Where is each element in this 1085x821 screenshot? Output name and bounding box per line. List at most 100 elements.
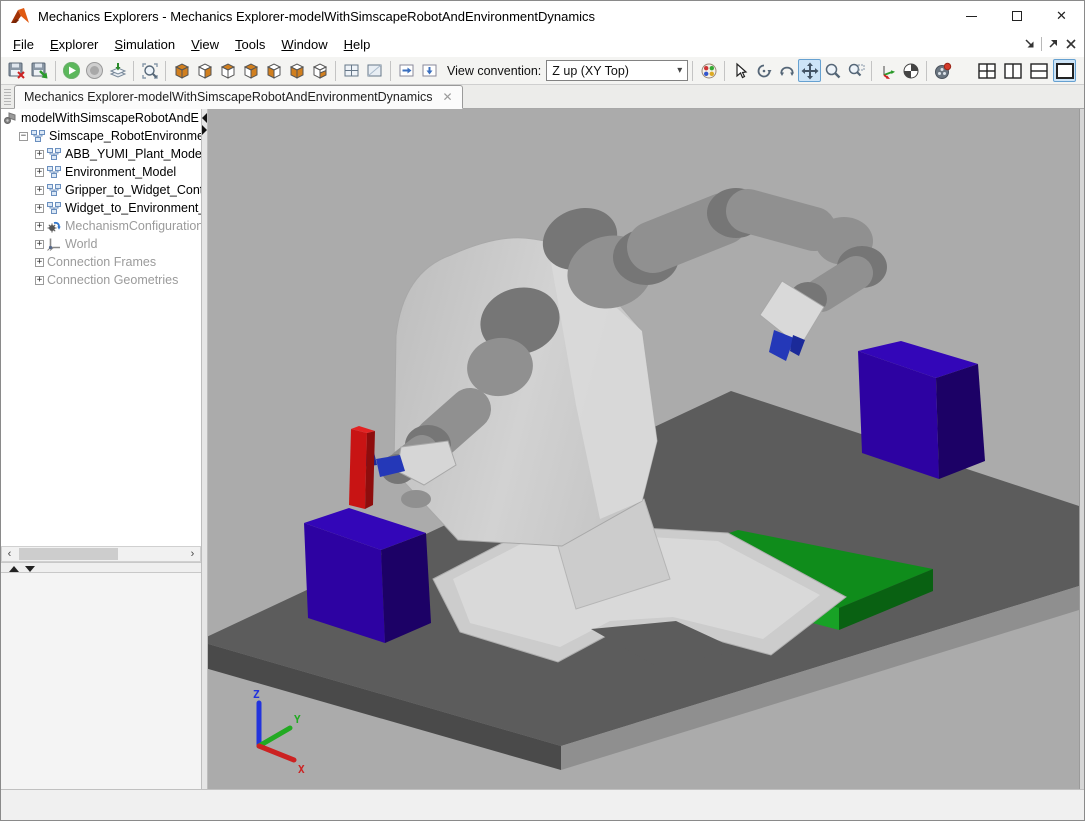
right-wrist-link — [821, 273, 856, 295]
tab-label: Mechanics Explorer-modelWithSimscapeRobo… — [24, 90, 433, 104]
menu-simulation[interactable]: Simulation — [106, 34, 183, 55]
splitter-down-icon[interactable] — [25, 566, 35, 572]
tab-close-icon[interactable]: ✕ — [443, 90, 453, 104]
triad-z-label: Z — [253, 688, 260, 701]
triad-y-label: Y — [294, 713, 301, 726]
tree-item[interactable]: +Environment_Model — [1, 163, 201, 181]
export-animation-button[interactable] — [106, 59, 129, 82]
expand-icon[interactable]: + — [35, 222, 44, 231]
scroll-left-icon[interactable]: ‹ — [2, 547, 17, 561]
view-convention-select[interactable]: Z up (XY Top) ▾ — [546, 60, 688, 81]
splitter-up-icon[interactable] — [9, 566, 19, 572]
expand-icon[interactable]: + — [35, 258, 44, 267]
undock-icon[interactable] — [1046, 37, 1060, 51]
view-convention-value: Z up (XY Top) — [552, 64, 629, 78]
expand-icon[interactable]: + — [35, 204, 44, 213]
view-back-button[interactable] — [216, 59, 239, 82]
pan-tool-button[interactable] — [798, 59, 821, 82]
menu-tools[interactable]: Tools — [227, 34, 273, 55]
close-panel-icon[interactable] — [1064, 37, 1078, 51]
roll-tool-button[interactable] — [775, 59, 798, 82]
maximize-button[interactable] — [994, 1, 1039, 31]
subsystem-icon — [31, 129, 46, 143]
close-icon: ✕ — [1056, 8, 1067, 24]
model-tree: modelWithSimscapeRobotAndE − Simscape_Robo… — [1, 109, 201, 546]
scrollbar-track[interactable] — [17, 547, 185, 561]
tree-item[interactable]: +Gripper_to_Widget_Conta — [1, 181, 201, 199]
layout-single-button[interactable] — [1053, 59, 1076, 82]
tree-item[interactable]: − Simscape_RobotEnvironment — [1, 127, 201, 145]
menu-window[interactable]: Window — [273, 34, 335, 55]
fit-to-view-button[interactable] — [138, 59, 161, 82]
global-sphere-button[interactable] — [899, 59, 922, 82]
pane-arrow-down-button[interactable] — [418, 59, 441, 82]
layout-four-button[interactable] — [975, 59, 998, 82]
view-left-button[interactable] — [285, 59, 308, 82]
expand-icon[interactable]: + — [35, 240, 44, 249]
scene-color-button[interactable] — [697, 59, 720, 82]
frame-display-button[interactable] — [876, 59, 899, 82]
expand-icon[interactable]: + — [35, 186, 44, 195]
scrollbar-thumb[interactable] — [19, 548, 118, 560]
tree-item[interactable]: +World — [1, 235, 201, 253]
viewports-four-button[interactable] — [340, 59, 363, 82]
record-video-button[interactable] — [931, 59, 954, 82]
tree-item-label: Simscape_RobotEnvironment — [49, 129, 201, 143]
minimize-button[interactable] — [949, 1, 994, 31]
vertical-splitter[interactable] — [201, 109, 208, 789]
save-export-button[interactable] — [28, 59, 51, 82]
3d-viewport[interactable]: Z Y X — [208, 109, 1079, 789]
toolbar-separator — [390, 61, 391, 81]
toolbar-separator — [871, 61, 872, 81]
splitter-right-icon[interactable] — [202, 125, 207, 135]
tree-item[interactable]: + MechanismConfiguration — [1, 217, 201, 235]
view-bottom-button[interactable] — [262, 59, 285, 82]
tab-grip-handle[interactable] — [4, 89, 11, 105]
menu-view[interactable]: View — [183, 34, 227, 55]
layout-two-rows-button[interactable] — [1027, 59, 1050, 82]
triad-x-label: X — [298, 763, 305, 776]
chevron-down-icon: ▾ — [677, 65, 682, 76]
splitter-left-icon[interactable] — [202, 113, 207, 123]
expand-icon[interactable]: + — [35, 276, 44, 285]
tree-item-label: Connection Geometries — [47, 273, 178, 287]
expand-icon[interactable]: + — [35, 168, 44, 177]
tree-item-label: Connection Frames — [47, 255, 156, 269]
minimize-icon — [966, 16, 977, 17]
view-isometric-button[interactable] — [170, 59, 193, 82]
select-tool-button[interactable] — [729, 59, 752, 82]
expand-icon[interactable]: + — [35, 150, 44, 159]
stop-button[interactable] — [83, 59, 106, 82]
tree-item[interactable]: +Connection Geometries — [1, 271, 201, 289]
tree-horizontal-scrollbar[interactable]: ‹ › — [1, 546, 201, 562]
tree-item-label: MechanismConfiguration — [65, 219, 201, 233]
play-button[interactable] — [60, 59, 83, 82]
menu-explorer[interactable]: Explorer — [42, 34, 106, 55]
tab-mechanics-explorer[interactable]: Mechanics Explorer-modelWithSimscapeRobo… — [14, 85, 463, 109]
viewports-single-button[interactable] — [363, 59, 386, 82]
pane-arrow-right-button[interactable] — [395, 59, 418, 82]
tree-item-label: ABB_YUMI_Plant_Model — [65, 147, 201, 161]
tree-item[interactable]: +Connection Frames — [1, 253, 201, 271]
tree-item[interactable]: + ABB_YUMI_Plant_Model — [1, 145, 201, 163]
orbit-tool-button[interactable] — [752, 59, 775, 82]
close-button[interactable]: ✕ — [1039, 1, 1084, 31]
zoom-region-tool-button[interactable] — [844, 59, 867, 82]
tree-splitter[interactable] — [1, 562, 201, 573]
view-front-button[interactable] — [193, 59, 216, 82]
view-top-button[interactable] — [239, 59, 262, 82]
collapse-icon[interactable]: − — [19, 132, 28, 141]
view-right-button[interactable] — [308, 59, 331, 82]
dock-icon[interactable] — [1023, 37, 1037, 51]
zoom-tool-button[interactable] — [821, 59, 844, 82]
tree-item[interactable]: +Widget_to_Environment_ — [1, 199, 201, 217]
save-discard-button[interactable] — [5, 59, 28, 82]
mechconfig-icon — [47, 219, 62, 233]
scroll-right-icon[interactable]: › — [185, 547, 200, 561]
toolbar-separator — [133, 61, 134, 81]
menu-help[interactable]: Help — [336, 34, 379, 55]
menu-file[interactable]: File — [5, 34, 42, 55]
layout-two-columns-button[interactable] — [1001, 59, 1024, 82]
toolbar-separator — [926, 61, 927, 81]
tree-item[interactable]: modelWithSimscapeRobotAndE — [1, 109, 201, 127]
